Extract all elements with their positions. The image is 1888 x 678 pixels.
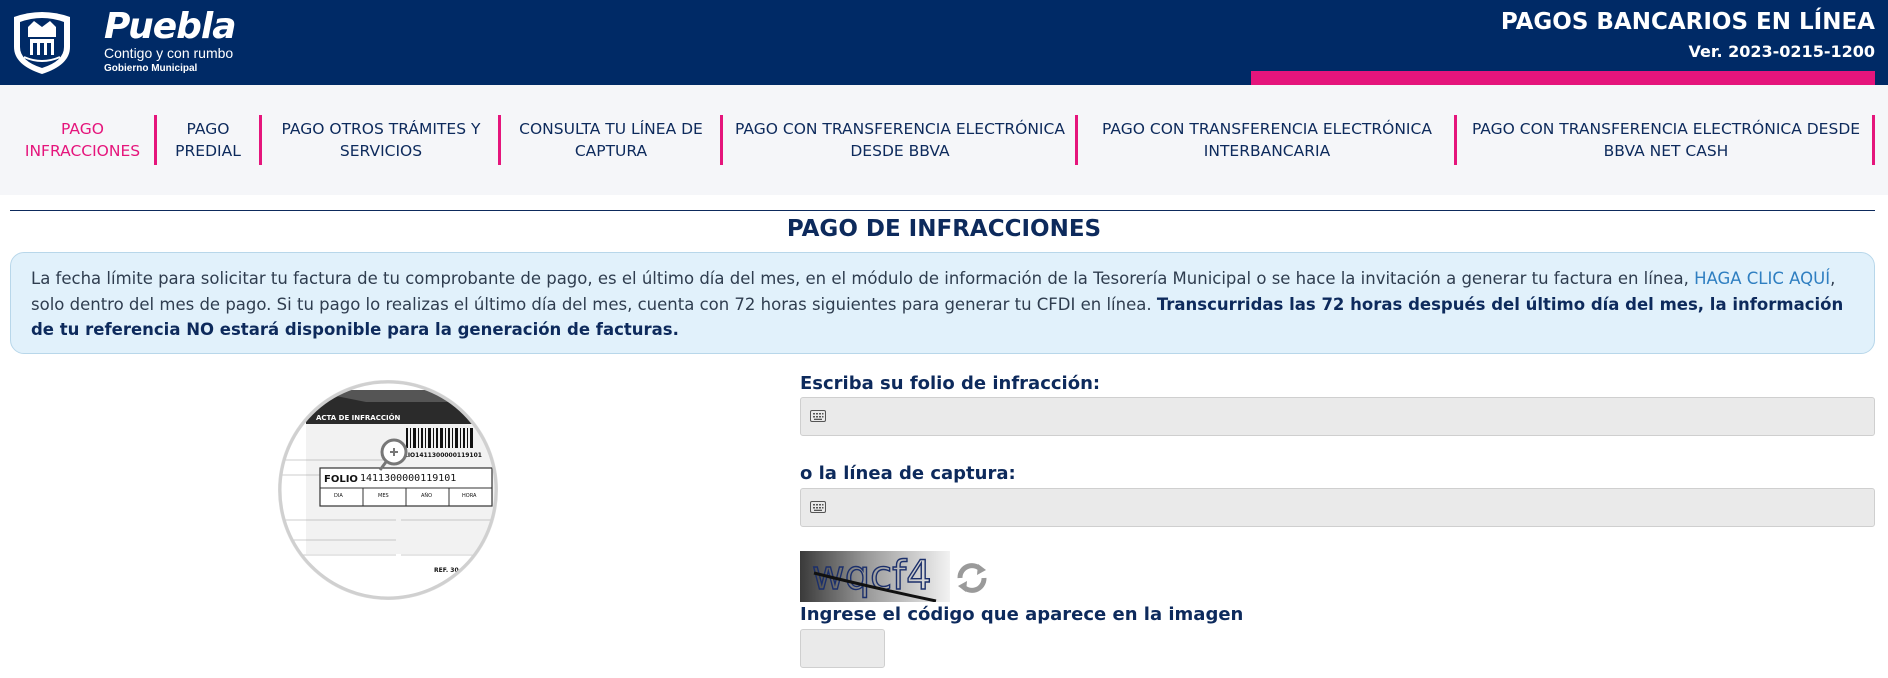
nav-separator xyxy=(1872,115,1875,165)
linea-captura-input[interactable] xyxy=(833,489,1863,526)
main-nav: PAGO INFRACCIONES PAGO PREDIAL PAGO OTROS … xyxy=(0,85,1888,195)
nav-transferencia-interbancaria[interactable]: PAGO CON TRANSFERENCIA ELECTRÓNICA INTERB… xyxy=(1082,115,1452,165)
ticket-col-anio: AÑO xyxy=(421,492,432,499)
captcha-input[interactable] xyxy=(800,629,885,668)
app-version: Ver. 2023-0215-1200 xyxy=(1688,42,1876,61)
ticket-folio-label: FOLIO xyxy=(324,474,358,485)
nav-consulta-linea-captura[interactable]: CONSULTA TU LÍNEA DE CAPTURA xyxy=(505,115,717,165)
nav-separator xyxy=(154,115,157,165)
linea-captura-field xyxy=(800,488,1875,527)
top-header: Puebla Contigo y con rumbo Gobierno Muni… xyxy=(0,0,1888,85)
page-title: PAGO DE INFRACCIONES xyxy=(786,216,1102,242)
keyboard-icon[interactable] xyxy=(810,501,826,513)
linea-captura-label: o la línea de captura: xyxy=(800,463,1016,484)
nav-separator xyxy=(259,115,262,165)
ticket-header: ACTA DE INFRACCIÓN xyxy=(316,413,401,422)
nav-separator xyxy=(498,115,501,165)
nav-pago-predial[interactable]: PAGO PREDIAL xyxy=(158,115,258,165)
ticket-folio-number: 1411300000119101 xyxy=(360,473,456,484)
brand-tagline: Contigo y con rumbo xyxy=(104,45,234,61)
captcha-image: wqcf4 xyxy=(800,551,950,602)
refresh-captcha-icon[interactable] xyxy=(952,558,992,598)
folio-field xyxy=(800,397,1875,436)
folio-label: Escriba su folio de infracción: xyxy=(800,373,1101,394)
invoice-notice: La fecha límite para solicitar tu factur… xyxy=(10,252,1875,354)
keyboard-icon[interactable] xyxy=(810,410,826,422)
ticket-folio-small: 1411300000119101 xyxy=(415,452,482,459)
brand-government: Gobierno Municipal xyxy=(104,63,198,74)
brand-name: Puebla xyxy=(104,6,237,47)
svg-text:LIO1411300000119101: LIO1411300000119101 xyxy=(404,452,482,459)
title-rule xyxy=(10,210,1875,211)
ticket-col-dia: DIA xyxy=(334,493,343,499)
nav-transferencia-bbva[interactable]: PAGO CON TRANSFERENCIA ELECTRÓNICA DESDE … xyxy=(727,115,1073,165)
invoice-link[interactable]: HAGA CLIC AQUÍ xyxy=(1694,269,1830,288)
nav-transferencia-bbva-net-cash[interactable]: PAGO CON TRANSFERENCIA ELECTRÓNICA DESDE… xyxy=(1461,115,1871,165)
puebla-logo[interactable]: Puebla Contigo y con rumbo Gobierno Muni… xyxy=(8,7,248,77)
city-seal-icon xyxy=(14,12,70,74)
ticket-col-mes: MES xyxy=(378,493,389,499)
nav-pago-infracciones[interactable]: PAGO INFRACCIONES xyxy=(20,115,145,165)
folio-input[interactable] xyxy=(833,398,1863,435)
ticket-col-hora: HORA xyxy=(462,493,477,499)
accent-bar xyxy=(1251,71,1875,85)
ticket-illustration: ACTA DE INFRACCIÓN LIO1411300000119101 F… xyxy=(278,380,498,600)
notice-text: La fecha límite para solicitar tu factur… xyxy=(31,269,1695,288)
nav-separator xyxy=(1075,115,1078,165)
app-title: PAGOS BANCARIOS EN LÍNEA xyxy=(1500,9,1875,35)
captcha-label: Ingrese el código que aparece en la imag… xyxy=(800,604,1244,625)
nav-separator xyxy=(720,115,723,165)
brand-block: Puebla Contigo y con rumbo Gobierno Muni… xyxy=(94,7,254,77)
nav-separator xyxy=(1454,115,1457,165)
nav-pago-otros-tramites[interactable]: PAGO OTROS TRÁMITES Y SERVICIOS xyxy=(266,115,496,165)
